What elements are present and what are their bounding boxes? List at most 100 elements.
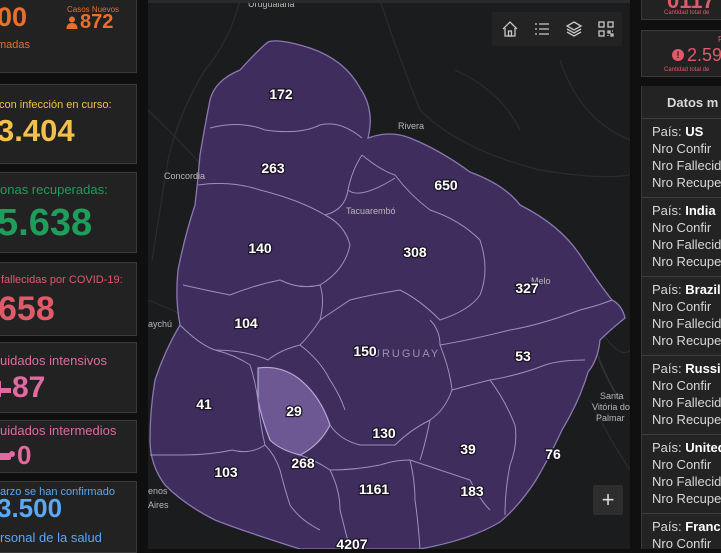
place-buenos-aires-2: Aires <box>148 500 169 510</box>
recovered-value: 5.638 <box>0 202 93 244</box>
recovered-label: onas recuperadas: <box>0 182 108 197</box>
health-panel: arzo se han confirmado 3.500 rsonal de l… <box>0 481 137 553</box>
deceased-line: Nro Fallecid <box>652 158 721 173</box>
deceased-line: Nro Fallecid <box>652 474 721 489</box>
person-icon <box>66 16 78 30</box>
home-icon[interactable] <box>497 16 523 42</box>
count-florida[interactable]: 130 <box>371 424 397 443</box>
list-item[interactable]: País: India Nro Confir Nro Fallecid Nro … <box>642 197 721 276</box>
list-item[interactable]: País: Russia Nro Confir Nro Fallecid Nro… <box>642 355 721 434</box>
deceased-value: 658 <box>0 290 55 328</box>
country-name: Russia <box>685 361 721 376</box>
country-name: India <box>685 203 716 218</box>
count-canelones[interactable]: 1161 <box>358 480 391 499</box>
deceased-panel: fallecidas por COVID-19: 658 <box>0 262 137 336</box>
count-rocha[interactable]: 76 <box>544 445 562 464</box>
country-label: País: <box>652 203 682 218</box>
country-name: United <box>685 440 721 455</box>
count-soriano[interactable]: 41 <box>195 395 213 414</box>
icu-value: 87 <box>12 371 46 404</box>
count-montevideo[interactable]: 4207 <box>335 535 369 549</box>
confirmed-panel: 00 madas Casos Nuevos 872 <box>0 0 137 73</box>
map-view[interactable]: Uruguaiana Rivera Concordia Tacuarembó M… <box>148 0 630 549</box>
info-icon: ! <box>672 49 684 61</box>
confirmed-label: madas <box>0 39 31 51</box>
country-name: France <box>685 519 721 534</box>
list-item[interactable]: País: United Nro Confir Nro Fallecid Nro… <box>642 434 721 513</box>
place-vitoria: Vitória do <box>592 402 630 412</box>
country-label: País: <box>652 440 682 455</box>
confirmed-line: Nro Confir <box>652 141 712 156</box>
count-lavalleja[interactable]: 39 <box>459 440 477 459</box>
deceased-line: Nro Fallecid <box>652 237 721 252</box>
count-rio-negro[interactable]: 104 <box>233 314 259 333</box>
active-value: 3.404 <box>0 113 75 148</box>
confirmed-line: Nro Confir <box>652 536 712 549</box>
active-label: con infección en curso: <box>0 99 112 111</box>
recovered-line: Nro Recupe <box>652 175 721 190</box>
place-concordia: Concordia <box>164 171 205 181</box>
active-panel: con infección en curso: 3.404 <box>0 84 137 164</box>
list-item[interactable]: País: France Nro Confir <box>642 513 721 549</box>
recovered-line: Nro Recupe <box>652 491 721 506</box>
place-uruguay: URUGUAY <box>372 348 440 360</box>
new-cases-value: 872 <box>80 11 114 33</box>
icu-label: uidados intensivos <box>0 353 107 368</box>
deceased-line: Nro Fallecid <box>652 395 721 410</box>
zoom-in-button[interactable]: + <box>593 485 623 515</box>
right-total-label: Cantidad total de <box>664 10 710 16</box>
country-label: País: <box>652 124 682 139</box>
right-total-panel: 0117 Cantidad total de <box>641 0 721 20</box>
count-san-jose[interactable]: 268 <box>290 454 316 473</box>
confirmed-line: Nro Confir <box>652 220 712 235</box>
country-name: US <box>685 124 704 139</box>
bed-icon <box>0 449 15 463</box>
count-paysandu[interactable]: 140 <box>247 239 273 258</box>
deceased-label: fallecidas por COVID-19: <box>1 274 123 286</box>
deceased-line: Nro Fallecid <box>652 316 721 331</box>
list-item[interactable]: País: Brazil Nro Confir Nro Fallecid Nro… <box>642 276 721 355</box>
place-rivera: Rivera <box>398 121 424 131</box>
count-rivera[interactable]: 650 <box>433 176 459 195</box>
bed-icon <box>0 379 11 399</box>
confirmed-line: Nro Confir <box>652 299 712 314</box>
count-durazno[interactable]: 150 <box>352 342 378 361</box>
confirmed-line: Nro Confir <box>652 457 712 472</box>
world-data-panel[interactable]: Datos m País: US Nro Confir Nro Fallecid… <box>641 86 721 549</box>
recovered-line: Nro Recupe <box>652 412 721 427</box>
right-deceased-value: 2.59 <box>687 45 721 65</box>
count-flores[interactable]: 29 <box>285 402 303 421</box>
world-data-title: Datos m <box>667 95 719 110</box>
place-palmar: Palmar <box>596 413 625 423</box>
recovered-line: Nro Recupe <box>652 333 721 348</box>
right-deceased-panel: F ! 2.59 Cantidad total de <box>641 30 721 77</box>
confirmed-value: 00 <box>0 2 28 32</box>
recovered-panel: onas recuperadas: 5.638 <box>0 172 137 253</box>
qr-code-icon[interactable] <box>593 16 619 42</box>
layers-icon[interactable] <box>561 16 587 42</box>
list-icon[interactable] <box>529 16 555 42</box>
count-maldonado[interactable]: 183 <box>459 482 485 501</box>
map-header-bar <box>148 0 630 3</box>
count-treinta-y-tres[interactable]: 53 <box>514 347 532 366</box>
intermediate-panel: uidados intermedios 0 <box>0 420 137 473</box>
intermediate-label: uidados intermedios <box>0 423 117 438</box>
confirmed-line: Nro Confir <box>652 378 712 393</box>
country-label: País: <box>652 361 682 376</box>
list-item[interactable]: País: US Nro Confir Nro Fallecid Nro Rec… <box>642 118 721 197</box>
place-gualeguaychu: aychú <box>148 319 172 329</box>
count-cerro-largo[interactable]: 327 <box>514 279 540 298</box>
country-name: Brazil <box>685 282 721 297</box>
place-santa: Santa <box>600 391 624 401</box>
count-colonia[interactable]: 103 <box>213 463 239 482</box>
zoom-in-label: + <box>601 487 615 512</box>
health-value: 3.500 <box>0 493 63 523</box>
count-tacuarembo[interactable]: 308 <box>402 243 428 262</box>
place-buenos-aires-1: enos <box>148 486 168 496</box>
count-salto[interactable]: 263 <box>260 159 286 178</box>
intermediate-value: 0 <box>17 440 32 470</box>
country-label: País: <box>652 519 682 534</box>
country-label: País: <box>652 282 682 297</box>
count-artigas[interactable]: 172 <box>268 85 294 104</box>
uruguay-map[interactable]: Uruguaiana Rivera Concordia Tacuarembó M… <box>148 0 630 549</box>
